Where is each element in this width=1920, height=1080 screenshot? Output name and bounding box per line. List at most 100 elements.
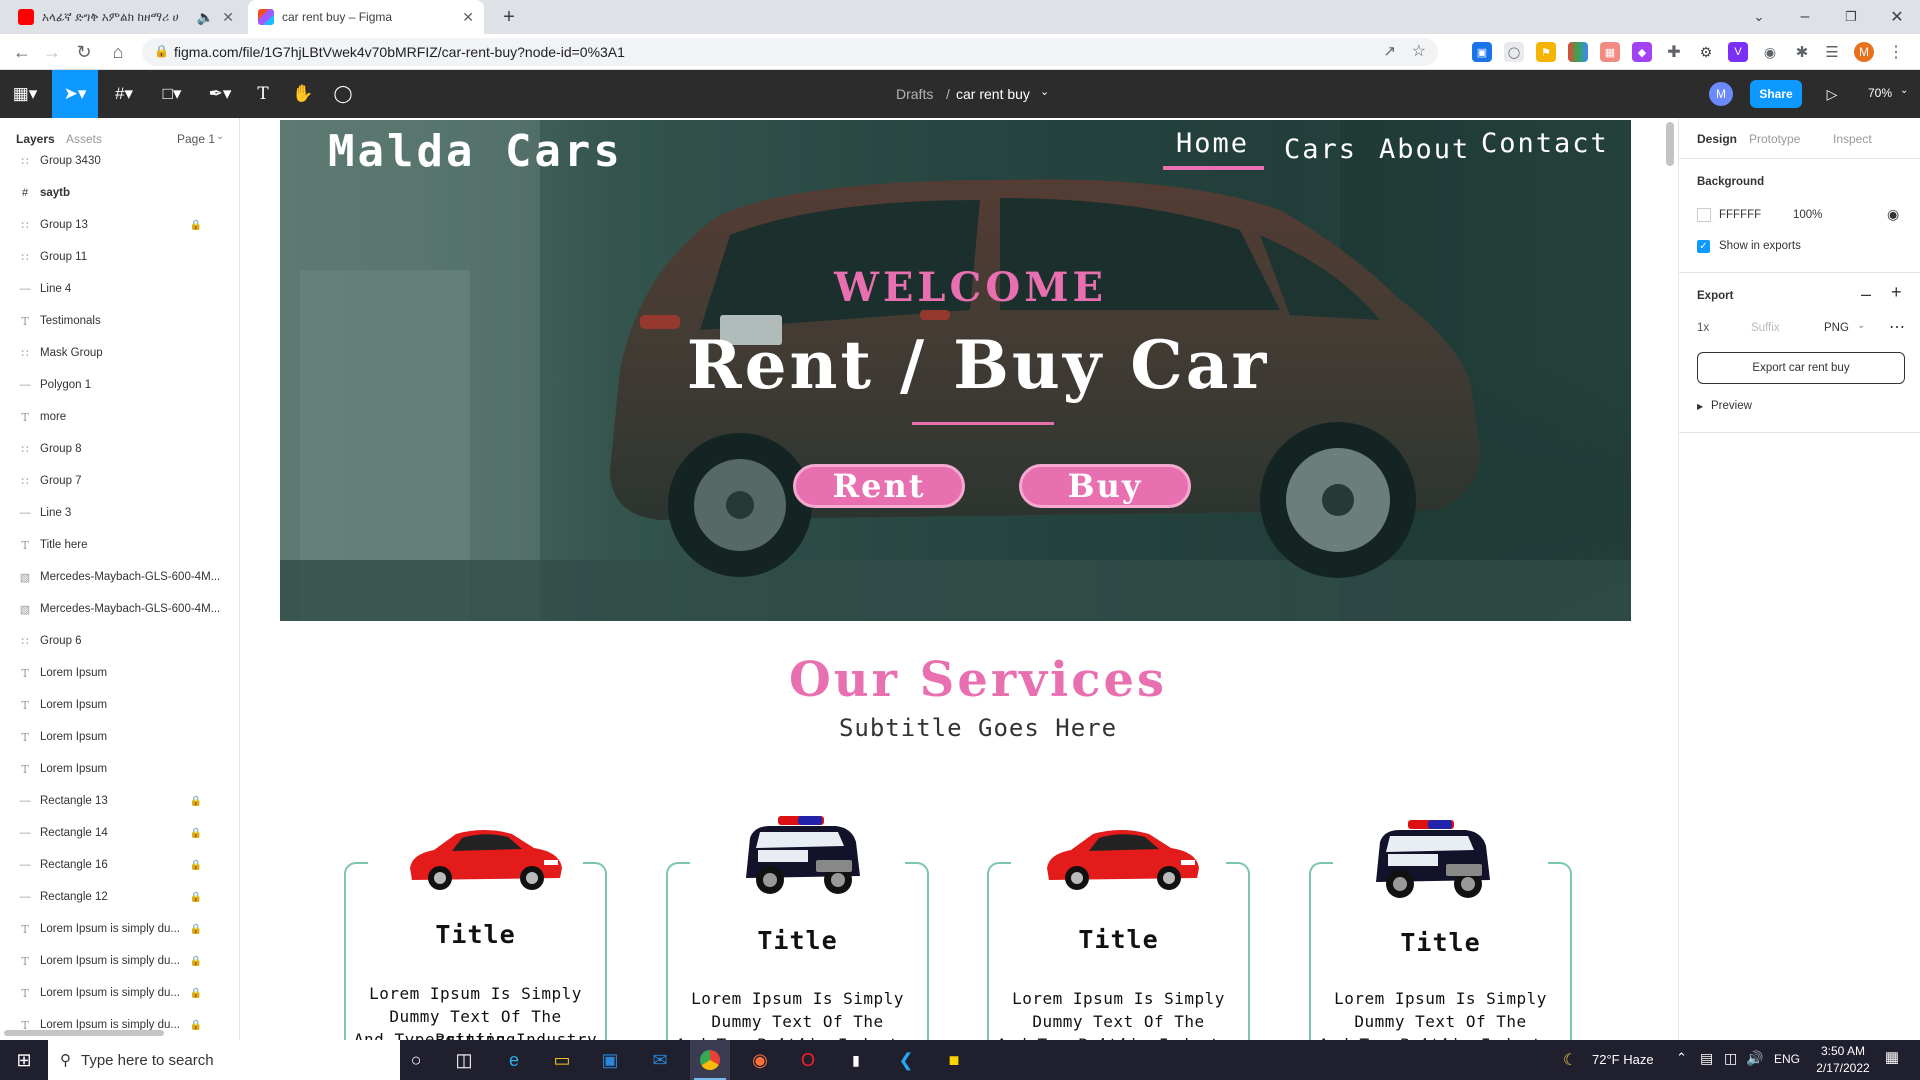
bookmark-star-icon[interactable]: ☆ xyxy=(1412,41,1426,61)
layer-item[interactable]: T Lorem Ipsum xyxy=(0,753,239,785)
rent-button[interactable]: Rent xyxy=(793,464,965,508)
puzzle-icon[interactable]: ✱ xyxy=(1792,42,1812,62)
lock-icon[interactable]: 🔒 xyxy=(190,924,202,935)
menu-icon[interactable]: ⋮ xyxy=(1886,42,1906,62)
browser-tab-figma[interactable]: car rent buy – Figma ✕ xyxy=(248,0,484,34)
extension-icon[interactable]: ◆ xyxy=(1632,42,1652,62)
zoom-level[interactable]: 70% xyxy=(1868,86,1892,100)
address-bar[interactable]: 🔒 figma.com/file/1G7hjLBtVwek4v70bMRFIZ/… xyxy=(142,38,1438,66)
export-scale[interactable]: 1x xyxy=(1697,322,1709,334)
layer-item[interactable]: T Lorem Ipsum is simply du... 🔒 xyxy=(0,977,239,1009)
checkbox-checked-icon[interactable]: ✓ xyxy=(1697,240,1710,253)
pen-tool-icon[interactable]: ✒▾ xyxy=(200,70,240,118)
layer-item[interactable]: ▧ Mercedes-Maybach-GLS-600-4M... xyxy=(0,561,239,593)
export-format[interactable]: PNG xyxy=(1824,322,1849,334)
frame-tool-icon[interactable]: #▾ xyxy=(104,70,144,118)
layer-item[interactable]: — Rectangle 13 🔒 xyxy=(0,785,239,817)
caret-right-icon[interactable]: ▶ xyxy=(1697,402,1703,411)
layer-item[interactable]: ∷ Group 7 xyxy=(0,465,239,497)
layer-item[interactable]: T Title here xyxy=(0,529,239,561)
tab-layers[interactable]: Layers xyxy=(16,132,55,146)
breadcrumb-drafts[interactable]: Drafts xyxy=(896,86,933,102)
chevron-down-icon[interactable]: ⌄ xyxy=(1040,85,1049,98)
extension-icon[interactable] xyxy=(1568,42,1588,62)
layer-item[interactable]: — Line 3 xyxy=(0,497,239,529)
horizontal-scrollbar[interactable] xyxy=(0,1027,239,1040)
speaker-icon[interactable]: 🔈 xyxy=(197,9,214,26)
layer-item[interactable]: ∷ Group 13 🔒 xyxy=(0,209,239,241)
export-suffix-field[interactable]: Suffix xyxy=(1751,322,1780,334)
zoom-chevron-icon[interactable]: ⌄ xyxy=(1900,85,1908,96)
layer-item[interactable]: T Lorem Ipsum is simply du... 🔒 xyxy=(0,945,239,977)
layer-item[interactable]: # saytb xyxy=(0,177,239,209)
lock-icon[interactable]: 🔒 xyxy=(190,988,202,999)
canvas-scrollbar[interactable] xyxy=(1666,122,1674,166)
layer-item[interactable]: — Rectangle 16 🔒 xyxy=(0,849,239,881)
layer-item[interactable]: T Lorem Ipsum is simply du... 🔒 xyxy=(0,913,239,945)
tab-search-icon[interactable]: ⌄ xyxy=(1736,0,1782,34)
chevron-down-icon[interactable]: ⌄ xyxy=(216,131,224,142)
layer-item[interactable]: ∷ Group 11 xyxy=(0,241,239,273)
page-selector[interactable]: Page 1 xyxy=(177,132,215,146)
home-icon[interactable]: ⌂ xyxy=(104,34,132,70)
plus-icon[interactable]: + xyxy=(1891,282,1902,303)
hero-section[interactable]: Malda Cars Home Cars About Contact WELCO… xyxy=(280,120,1631,621)
layer-item[interactable]: — Rectangle 14 🔒 xyxy=(0,817,239,849)
camera-icon[interactable]: ◉ xyxy=(1760,42,1780,62)
lock-icon[interactable]: 🔒 xyxy=(190,892,202,903)
restore-button[interactable]: ❐ xyxy=(1828,0,1874,34)
vscode-icon[interactable]: ❮ xyxy=(892,1046,920,1074)
language-indicator[interactable]: ENG xyxy=(1774,1052,1800,1066)
battery-icon[interactable]: ◫ xyxy=(1724,1050,1737,1067)
browser-tab-youtube[interactable]: አላፊኛ ድግቅ አምልክ ከዘማሪ ሀ 🔈 ✕ xyxy=(8,0,244,34)
chevron-down-icon[interactable]: ⌄ xyxy=(1857,320,1865,331)
weather-text[interactable]: 72°F Haze xyxy=(1592,1052,1654,1067)
minus-icon[interactable]: – xyxy=(1861,284,1871,305)
layer-item[interactable]: ▧ Mercedes-Maybach-GLS-600-4M... xyxy=(0,593,239,625)
share-page-icon[interactable]: ↗ xyxy=(1383,42,1396,60)
cortana-icon[interactable]: ○ xyxy=(402,1046,430,1074)
nav-cars[interactable]: Cars xyxy=(1284,134,1357,165)
reload-icon[interactable]: ↻ xyxy=(70,34,98,70)
background-opacity[interactable]: 100% xyxy=(1793,209,1822,221)
lock-icon[interactable]: 🔒 xyxy=(190,828,202,839)
layer-item[interactable]: — Polygon 1 xyxy=(0,369,239,401)
layer-item[interactable]: T Testimonals xyxy=(0,305,239,337)
lock-icon[interactable]: 🔒 xyxy=(190,796,202,807)
opera-icon[interactable]: O xyxy=(794,1046,822,1074)
layer-item[interactable]: — Line 4 xyxy=(0,273,239,305)
terminal-icon[interactable]: ▮ xyxy=(842,1046,870,1074)
hand-tool-icon[interactable]: ✋ xyxy=(288,70,318,118)
collaborator-avatar[interactable]: M xyxy=(1709,82,1733,106)
export-button[interactable]: Export car rent buy xyxy=(1697,352,1905,384)
share-button[interactable]: Share xyxy=(1750,80,1802,108)
shape-tool-icon[interactable]: □▾ xyxy=(152,70,192,118)
windows-start-icon[interactable]: ⊞ xyxy=(10,1046,38,1074)
extension-icon[interactable]: ✚ xyxy=(1664,42,1684,62)
taskbar-search[interactable]: ⚲ Type here to search xyxy=(48,1040,400,1080)
layer-item[interactable]: ∷ Group 8 xyxy=(0,433,239,465)
firefox-icon[interactable]: ◉ xyxy=(746,1046,774,1074)
move-tool-icon[interactable]: ➤▾ xyxy=(52,70,98,118)
tab-prototype[interactable]: Prototype xyxy=(1749,132,1800,146)
clock-time[interactable]: 3:50 AM xyxy=(1808,1044,1878,1058)
file-explorer-icon[interactable]: ▭ xyxy=(548,1046,576,1074)
back-icon[interactable]: ← xyxy=(8,34,36,70)
extension-icon[interactable]: ◯ xyxy=(1504,42,1524,62)
new-tab-button[interactable]: + xyxy=(496,4,522,30)
layer-item[interactable]: T Lorem Ipsum xyxy=(0,721,239,753)
comment-tool-icon[interactable]: ◯ xyxy=(328,70,358,118)
buy-button[interactable]: Buy xyxy=(1019,464,1191,508)
forward-icon[interactable]: → xyxy=(38,34,66,70)
notification-icon[interactable]: ▦ xyxy=(1880,1048,1904,1070)
extension-icon[interactable]: ⚑ xyxy=(1536,42,1556,62)
tab-assets[interactable]: Assets xyxy=(66,132,102,146)
lock-icon[interactable]: 🔒 xyxy=(190,220,202,231)
extension-icon[interactable]: ⚙ xyxy=(1696,42,1716,62)
store-icon[interactable]: ▣ xyxy=(596,1046,624,1074)
background-hex[interactable]: FFFFFF xyxy=(1719,209,1761,221)
layer-item[interactable]: ∷ Group 6 xyxy=(0,625,239,657)
tab-design[interactable]: Design xyxy=(1697,132,1737,146)
clock-date[interactable]: 2/17/2022 xyxy=(1808,1061,1878,1075)
weather-icon[interactable]: ☾ xyxy=(1556,1046,1584,1074)
